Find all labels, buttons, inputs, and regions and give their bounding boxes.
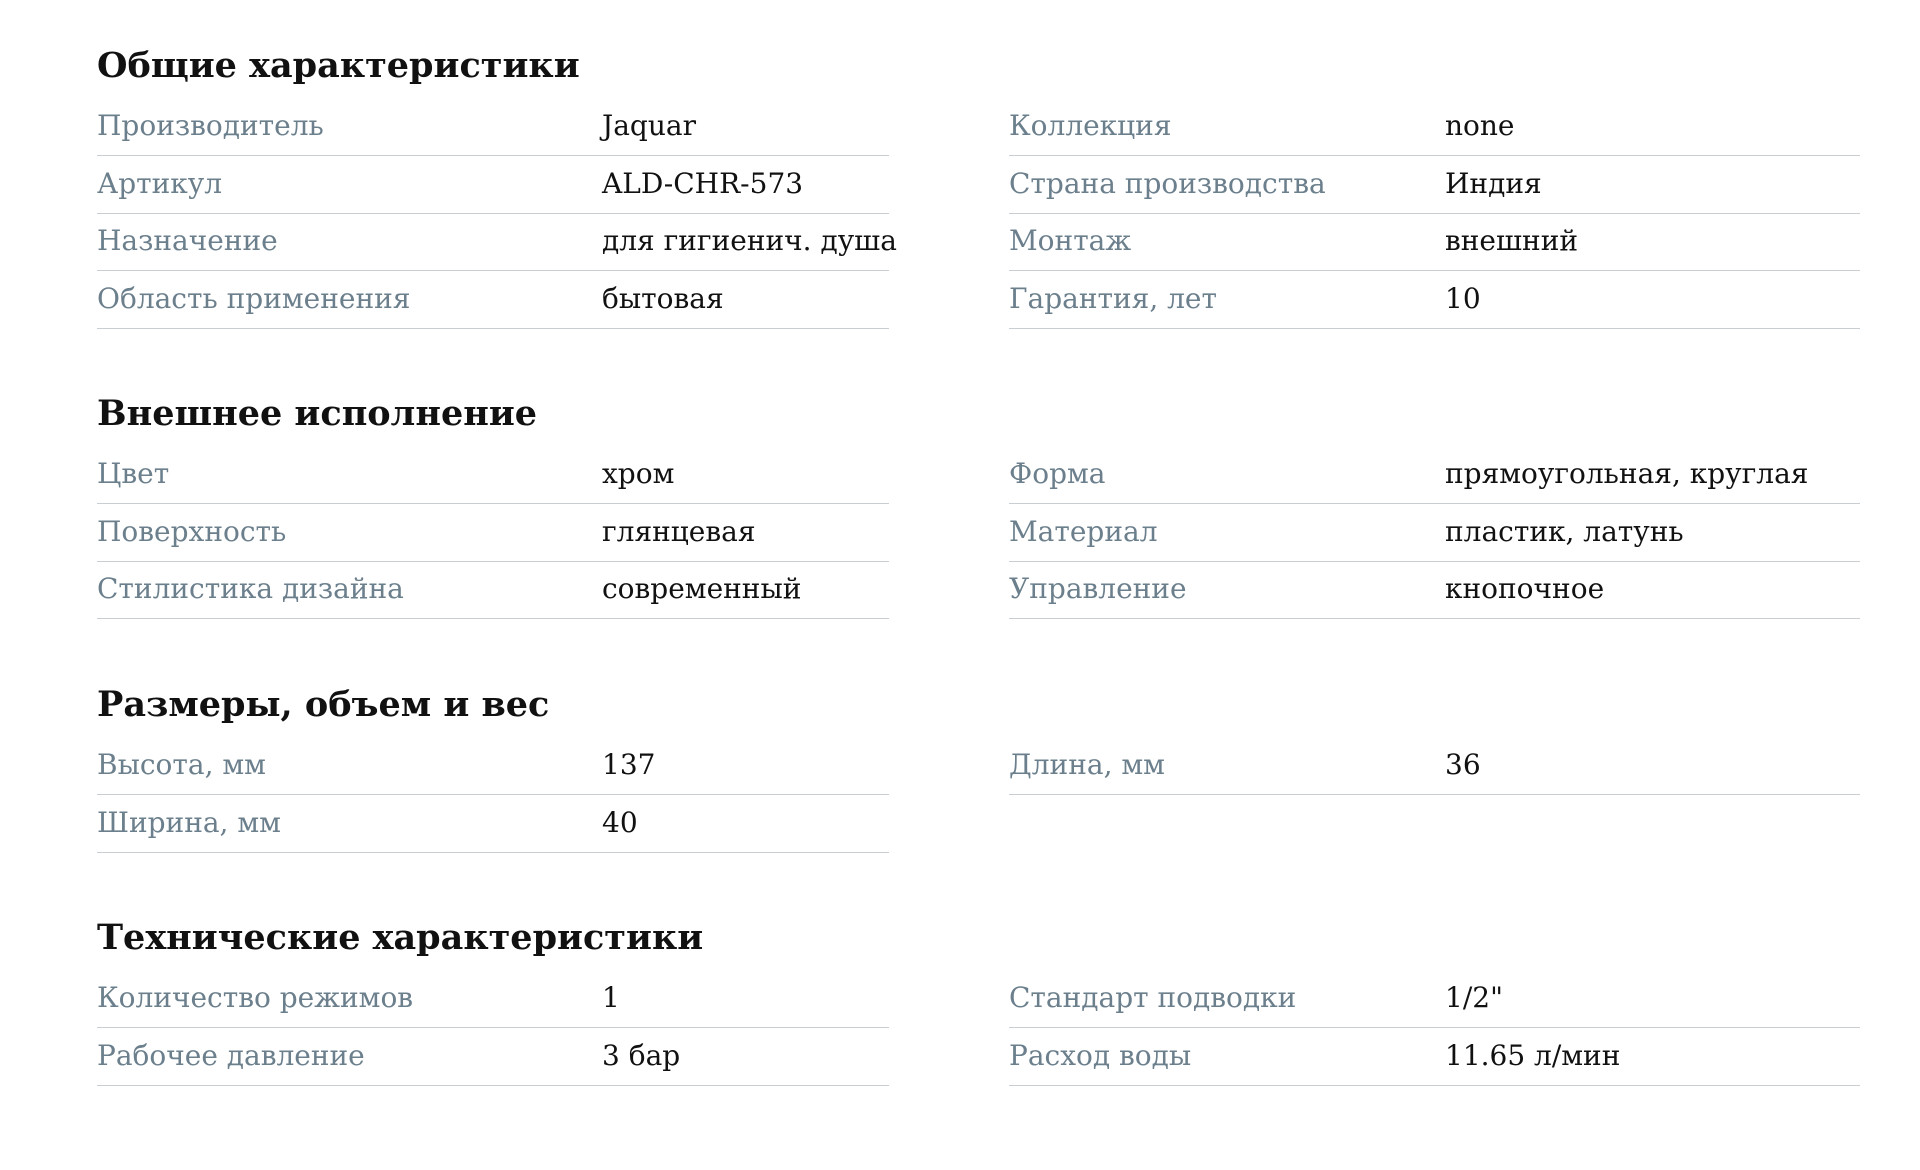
spec-label: Область применения [97, 281, 411, 315]
spec-value: глянцевая [602, 514, 756, 548]
spec-row: Расход воды 11.65 л/мин [1009, 1030, 1860, 1086]
spec-row: Материал пластик, латунь [1009, 506, 1860, 562]
spec-row: Артикул ALD-CHR-573 [97, 158, 889, 214]
spec-row: Управление кнопочное [1009, 563, 1860, 619]
spec-column-left: Высота, мм 137 Ширина, мм 40 [97, 739, 889, 853]
spec-label: Производитель [97, 109, 324, 142]
spec-value: пластик, латунь [1445, 514, 1684, 548]
spec-label: Ширина, мм [97, 805, 281, 839]
spec-label: Поверхность [97, 514, 287, 548]
spec-row: Длина, мм 36 [1009, 739, 1860, 795]
spec-value: 1/2" [1445, 981, 1503, 1014]
spec-row: Страна производства Индия [1009, 158, 1860, 214]
spec-label: Стилистика дизайна [97, 572, 404, 605]
spec-label: Управление [1009, 572, 1187, 605]
spec-row: Рабочее давление 3 бар [97, 1030, 889, 1086]
spec-value: Jaquar [602, 109, 696, 142]
spec-column-right: Форма прямоугольная, круглая Материал пл… [1009, 448, 1860, 619]
spec-value: ALD-CHR-573 [602, 166, 804, 200]
spec-row: Назначение для гигиенич. душа [97, 215, 897, 271]
spec-row: Высота, мм 137 [97, 739, 889, 795]
spec-label: Гарантия, лет [1009, 281, 1217, 315]
spec-label: Стандарт подводки [1009, 981, 1297, 1014]
spec-label: Высота, мм [97, 748, 266, 781]
spec-column-left: Производитель Jaquar Артикул ALD-CHR-573… [97, 100, 897, 329]
spec-row: Стилистика дизайна современный [97, 563, 889, 619]
spec-value: хром [602, 457, 675, 490]
specifications-page: Общие характеристики Производитель Jaqua… [0, 0, 1920, 1170]
spec-value: кнопочное [1445, 572, 1605, 605]
spec-value: прямоугольная, круглая [1445, 457, 1809, 490]
spec-value: 1 [602, 981, 620, 1014]
spec-value: 36 [1445, 748, 1481, 781]
spec-value: none [1445, 109, 1515, 142]
spec-value: 3 бар [602, 1038, 681, 1072]
spec-value: 11.65 л/мин [1445, 1038, 1621, 1072]
spec-row: Монтаж внешний [1009, 215, 1860, 271]
spec-row: Поверхность глянцевая [97, 506, 889, 562]
section-title: Технические характеристики [97, 917, 704, 958]
spec-row: Гарантия, лет 10 [1009, 273, 1860, 329]
spec-row: Область применения бытовая [97, 273, 889, 329]
spec-label: Страна производства [1009, 166, 1326, 200]
spec-label: Длина, мм [1009, 748, 1165, 781]
spec-label: Материал [1009, 514, 1158, 548]
spec-column-right: Коллекция none Страна производства Индия… [1009, 100, 1860, 329]
section-title: Общие характеристики [97, 45, 580, 86]
spec-label: Количество режимов [97, 981, 414, 1014]
spec-value: для гигиенич. душа [602, 224, 897, 257]
spec-value: современный [602, 572, 802, 605]
spec-column-left: Цвет хром Поверхность глянцевая Стилисти… [97, 448, 889, 619]
spec-label: Форма [1009, 457, 1106, 490]
spec-label: Расход воды [1009, 1038, 1192, 1072]
spec-label: Назначение [97, 224, 278, 257]
spec-column-right: Длина, мм 36 [1009, 739, 1860, 795]
spec-value: 40 [602, 805, 638, 839]
spec-value: внешний [1445, 224, 1579, 257]
spec-column-right: Стандарт подводки 1/2" Расход воды 11.65… [1009, 972, 1860, 1086]
spec-row: Количество режимов 1 [97, 972, 889, 1028]
section-title: Внешнее исполнение [97, 393, 538, 434]
spec-column-left: Количество режимов 1 Рабочее давление 3 … [97, 972, 889, 1086]
spec-label: Артикул [97, 166, 223, 200]
spec-value: бытовая [602, 281, 724, 315]
spec-row: Ширина, мм 40 [97, 797, 889, 853]
spec-row: Форма прямоугольная, круглая [1009, 448, 1860, 504]
section-title: Размеры, объем и вес [97, 684, 550, 725]
spec-row: Стандарт подводки 1/2" [1009, 972, 1860, 1028]
spec-value: 137 [602, 748, 656, 781]
spec-label: Монтаж [1009, 224, 1132, 257]
spec-value: 10 [1445, 281, 1481, 315]
spec-label: Коллекция [1009, 109, 1172, 142]
spec-value: Индия [1445, 166, 1542, 200]
spec-row: Производитель Jaquar [97, 100, 889, 156]
spec-row: Цвет хром [97, 448, 889, 504]
spec-row: Коллекция none [1009, 100, 1860, 156]
spec-label: Цвет [97, 457, 170, 490]
spec-label: Рабочее давление [97, 1038, 365, 1072]
